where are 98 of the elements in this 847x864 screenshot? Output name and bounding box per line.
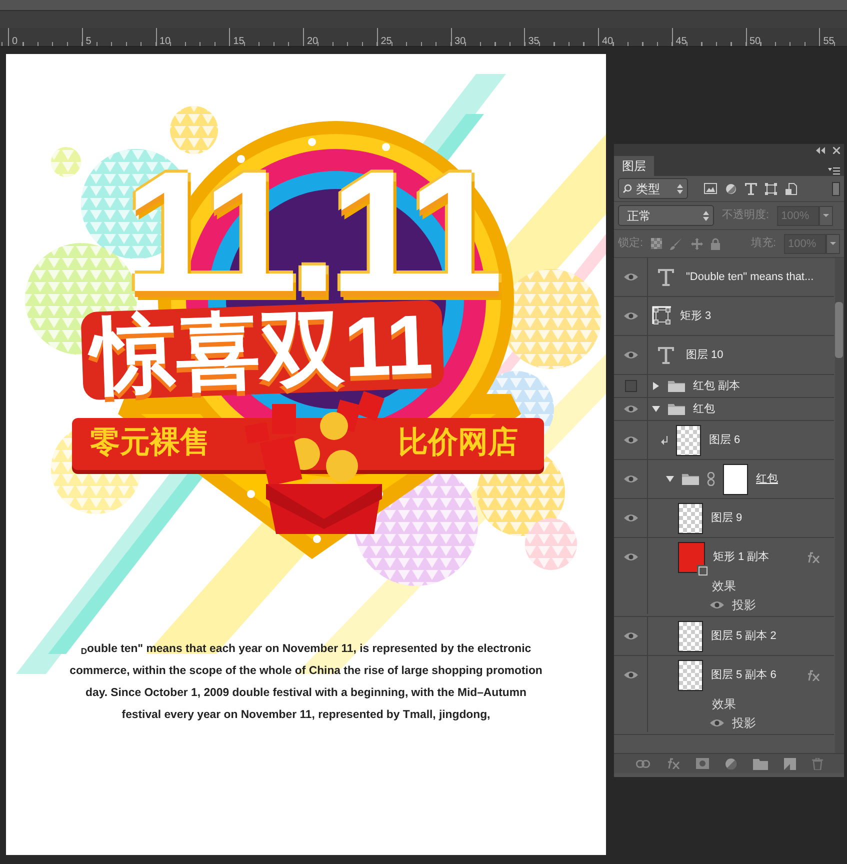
effect-name: 投影 — [732, 596, 756, 614]
layer-row[interactable]: 图层 5 副本 6 效果 投影 — [614, 656, 834, 735]
adjustment-filter-icon[interactable] — [725, 182, 737, 194]
ruler-number: 0 — [11, 36, 18, 47]
visibility-eye-icon[interactable] — [624, 631, 638, 641]
layer-row[interactable]: 矩形 3 — [614, 297, 834, 336]
image-filter-icon[interactable] — [704, 183, 717, 194]
layer-thumbnail — [678, 620, 703, 652]
layer-name: 矩形 1 副本 — [713, 550, 770, 565]
mask-icon[interactable] — [696, 758, 708, 769]
visibility-eye-icon[interactable] — [624, 670, 638, 680]
visibility-eye-icon[interactable] — [624, 474, 638, 484]
folder-icon[interactable] — [752, 758, 768, 770]
ruler-number: 15 — [232, 36, 244, 47]
layer-mask-thumbnail — [723, 464, 748, 494]
ruler-number: 35 — [527, 36, 540, 47]
layer-name: 红包 副本 — [693, 378, 740, 394]
layer-name: 图层 6 — [709, 432, 740, 448]
layer-row[interactable]: 图层 5 副本 2 — [614, 617, 834, 656]
layer-name: 图层 10 — [686, 348, 724, 363]
ruler-number: 5 — [84, 36, 92, 47]
adjustment-icon[interactable] — [724, 758, 736, 770]
updown-arrows-icon — [703, 210, 709, 220]
collapse-icon[interactable] — [816, 146, 825, 154]
lock-icon[interactable] — [711, 238, 720, 250]
layer-row[interactable]: 红包 — [614, 398, 834, 421]
layer-name: 红包 — [756, 472, 778, 487]
layer-name: 矩形 3 — [680, 308, 712, 324]
brush-icon[interactable] — [670, 238, 684, 250]
layer-row[interactable]: 红包 副本 — [614, 375, 834, 398]
caret-icon — [830, 242, 836, 245]
expand-triangle-icon[interactable] — [652, 382, 660, 390]
ruler-number: 30 — [454, 36, 466, 47]
layer-row[interactable]: 矩形 1 副本 效果 投影 — [614, 538, 834, 617]
effects-label: 效果 — [712, 578, 736, 594]
visibility-eye-icon[interactable] — [710, 600, 724, 610]
text-filter-icon[interactable] — [745, 182, 757, 194]
paragraph-text: $_{D}$ouble ten" means that each year on November 11, is represented by the electronic commerce, within the scope of the whole of China the rise of large shopping promotion day. Since October 1, 2009 double festival with a beginning, with the Mid–Autumn festival every year on November 11, represented by Tmall, jingdong, — [68, 642, 544, 723]
collapse-triangle-icon[interactable] — [652, 405, 660, 413]
move-icon[interactable] — [691, 238, 704, 250]
visibility-eye-icon[interactable] — [624, 404, 638, 414]
ruler-number: 10 — [158, 36, 171, 47]
layer-row[interactable]: 图层 6 — [614, 421, 834, 460]
search-icon — [623, 184, 632, 193]
layer-thumbnail — [678, 660, 703, 690]
folder-icon — [668, 403, 685, 415]
fx-icon[interactable] — [666, 758, 680, 769]
visibility-eye-icon[interactable] — [624, 552, 638, 562]
folder-icon — [668, 380, 685, 392]
layer-name: 红包 — [693, 402, 715, 417]
ruler-number: 40 — [601, 36, 614, 47]
folder-icon — [682, 473, 699, 485]
filter-dropdown[interactable]: 类型 — [618, 178, 688, 199]
link-icon[interactable] — [636, 760, 650, 768]
shape-thumbnail-icon — [652, 306, 672, 326]
layers-tab[interactable]: 图层 — [614, 156, 654, 176]
layer-row[interactable]: 图层 10 — [614, 336, 834, 375]
text-layer-icon — [658, 346, 674, 364]
banner-text: 零元裸售 — [90, 425, 210, 461]
ruler-number: 20 — [306, 36, 318, 47]
layer-row[interactable]: 红包 — [614, 460, 834, 499]
banner-text: 比价网店 — [398, 424, 518, 461]
layer-name: 图层 5 副本 2 — [711, 628, 776, 644]
scrollbar-track[interactable] — [835, 258, 844, 753]
visibility-eye-icon[interactable] — [710, 718, 724, 728]
new-layer-icon[interactable] — [784, 758, 796, 770]
shape-filter-icon[interactable] — [765, 182, 777, 194]
visibility-eye-icon[interactable] — [624, 513, 638, 523]
layer-name: 图层 5 副本 6 — [711, 668, 776, 683]
ruler-number: 45 — [674, 36, 687, 47]
layer-row[interactable]: 图层 9 — [614, 499, 834, 538]
scrollbar-thumb[interactable] — [835, 302, 843, 358]
collapse-triangle-icon[interactable] — [666, 475, 674, 483]
visibility-eye-icon[interactable] — [624, 311, 638, 321]
text-layer-icon — [658, 268, 674, 286]
layer-name: 图层 9 — [711, 510, 742, 526]
blend-mode-dropdown[interactable]: 正常 — [618, 205, 714, 226]
close-icon[interactable] — [833, 146, 840, 154]
effect-name: 投影 — [732, 714, 756, 732]
caret-icon — [823, 214, 830, 217]
shape-badge-icon — [697, 564, 709, 576]
ruler-number: 25 — [380, 36, 392, 47]
visibility-eye-icon[interactable] — [624, 272, 638, 282]
layer-row[interactable]: "Double ten" means that... — [614, 258, 834, 297]
visibility-eye-icon[interactable] — [624, 435, 638, 445]
layer-thumbnail — [676, 424, 701, 456]
layer-name: "Double ten" means that... — [686, 270, 814, 285]
visibility-toggle[interactable] — [624, 380, 636, 392]
filter-toggle[interactable] — [832, 182, 840, 196]
ruler-number: 55 — [822, 36, 834, 47]
panel-menu-icon[interactable] — [828, 167, 840, 176]
smart-object-filter-icon[interactable] — [785, 182, 797, 194]
layer-thumbnail — [678, 502, 703, 534]
visibility-eye-icon[interactable] — [624, 350, 638, 360]
effects-label: 效果 — [712, 696, 736, 712]
updown-arrows-icon — [677, 184, 683, 194]
ruler-number: 50 — [748, 36, 761, 47]
lock-transparency-icon[interactable] — [651, 238, 662, 249]
